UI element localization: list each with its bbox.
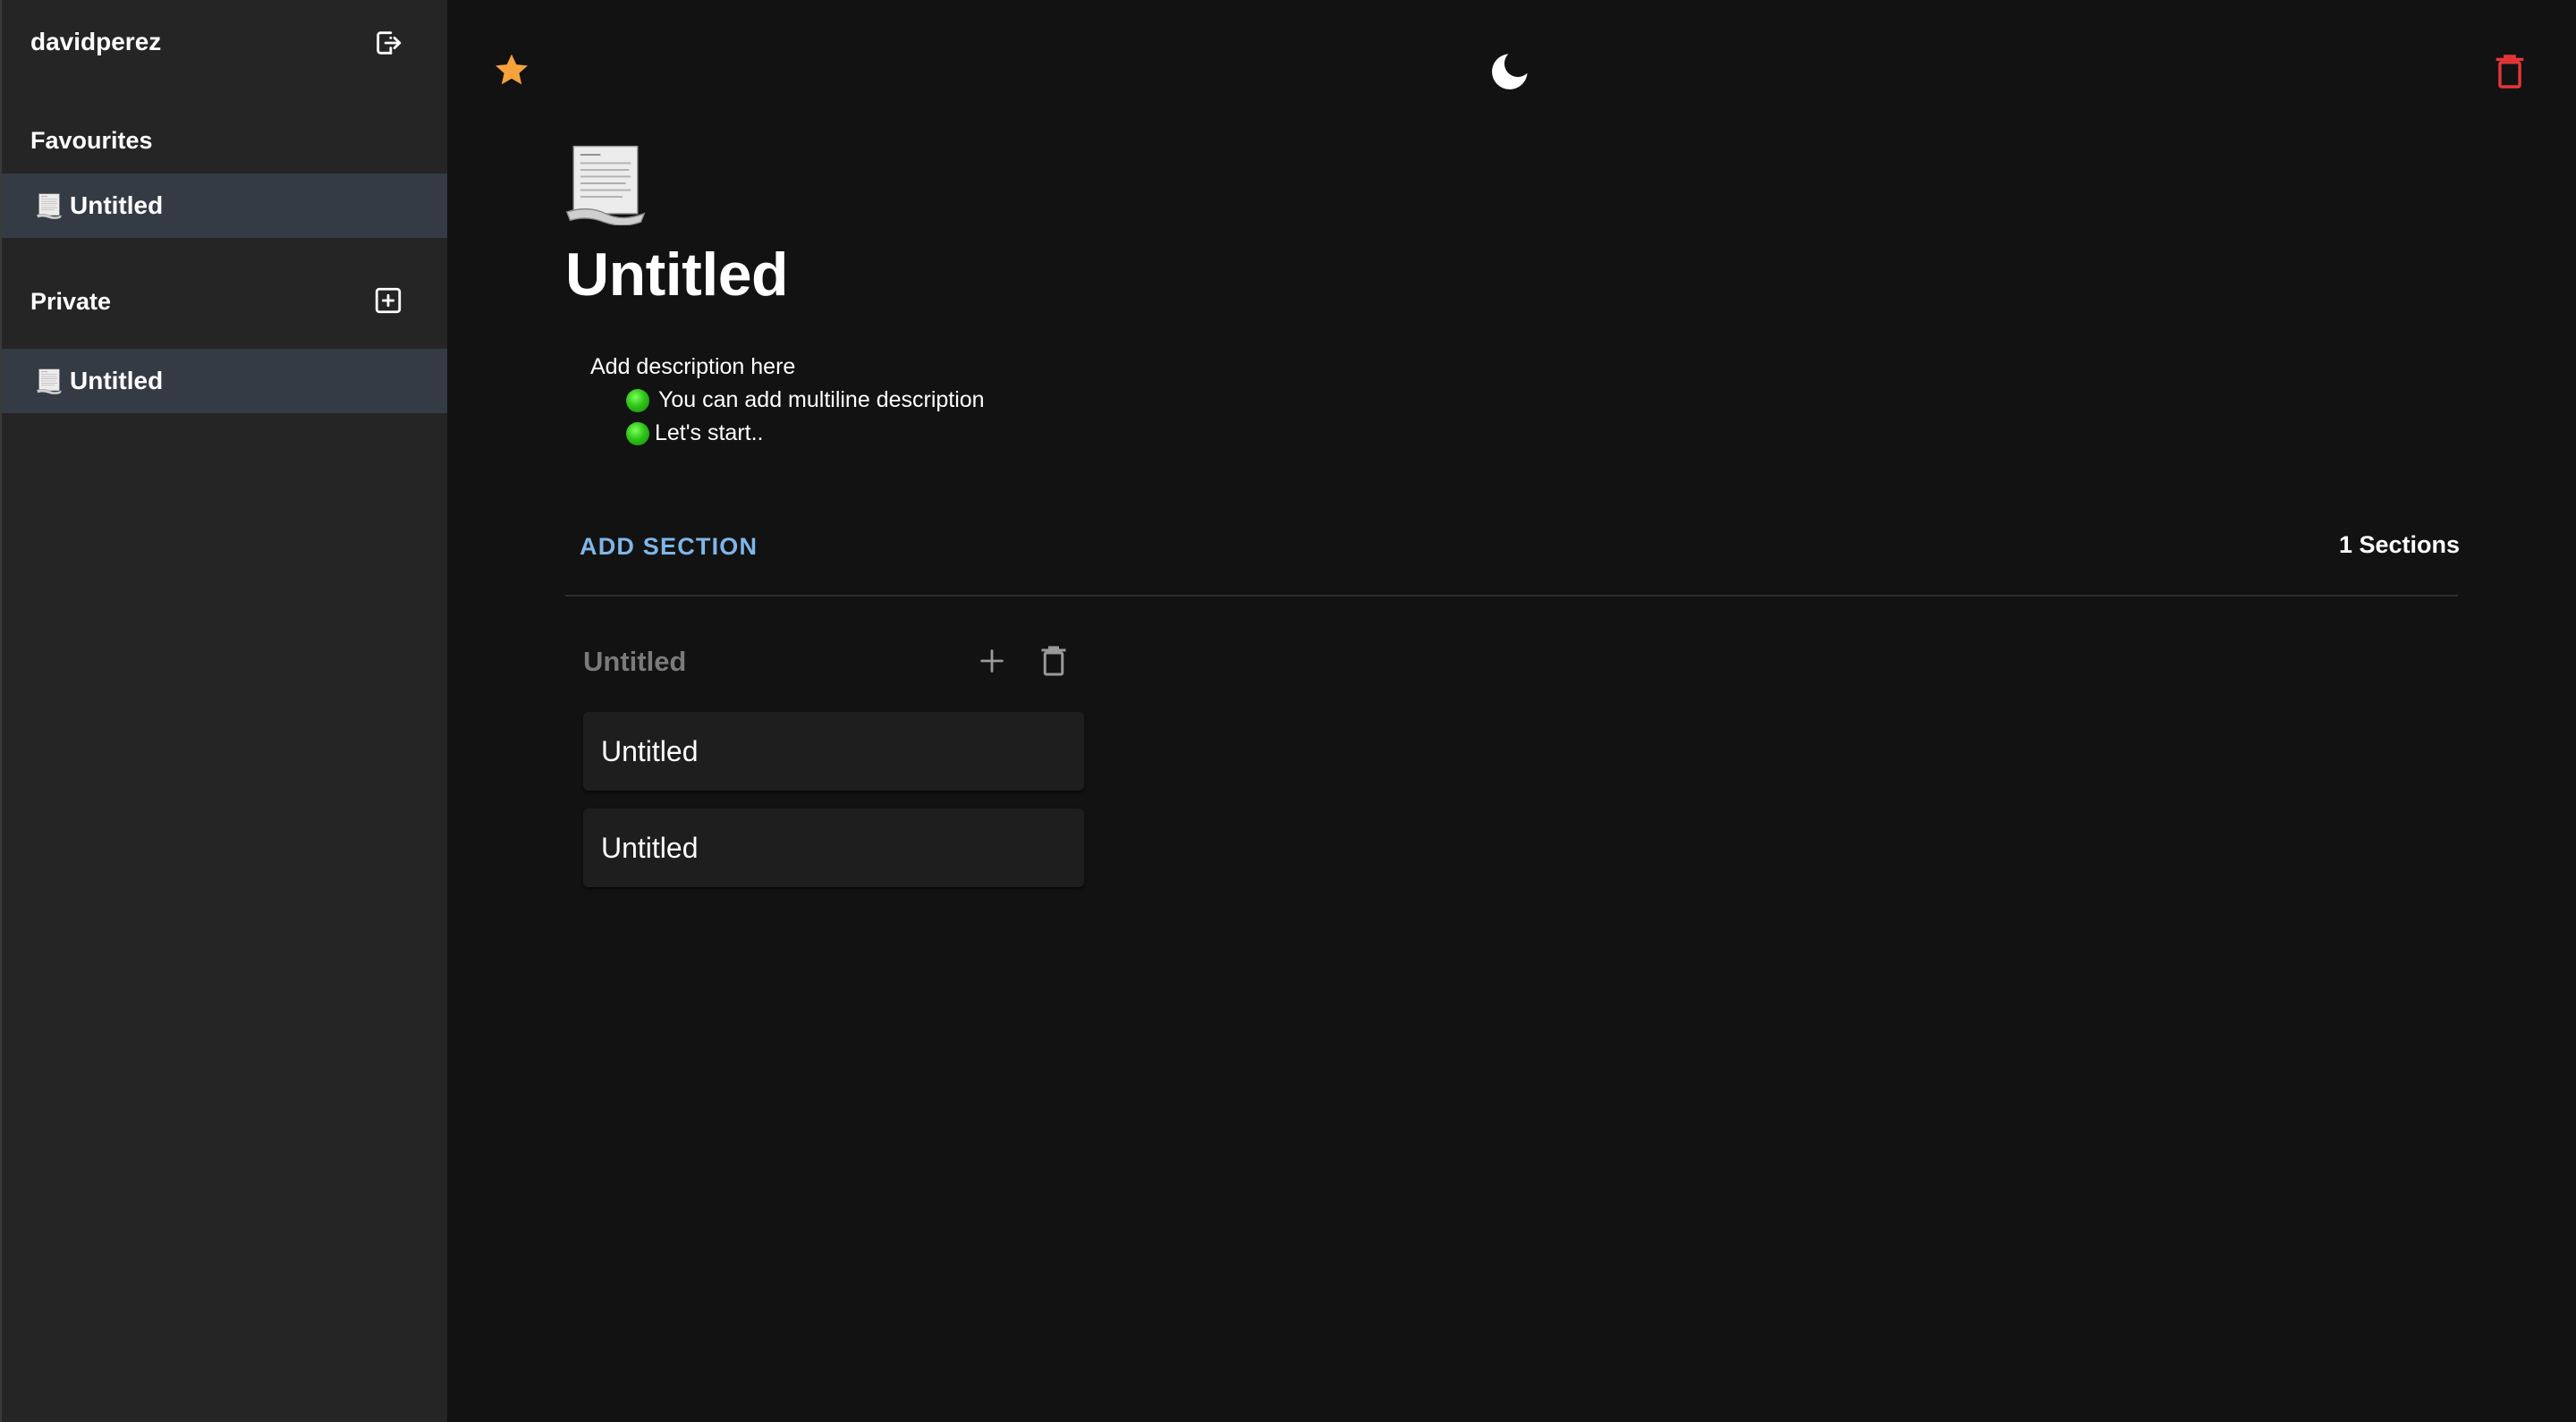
- scroll-doc-emoji-icon: [36, 368, 63, 394]
- section-count: 1 Sections: [2338, 531, 2460, 558]
- add-section-button[interactable]: ADD SECTION: [580, 529, 758, 564]
- task-card[interactable]: Untitled: [583, 712, 1084, 791]
- star-icon: [492, 50, 531, 94]
- private-heading: Private: [30, 288, 112, 315]
- task-card[interactable]: Untitled: [583, 808, 1084, 887]
- page-description[interactable]: Add description here You can add multili…: [590, 351, 985, 450]
- logout-icon: [373, 28, 403, 63]
- sidebar: davidperez Favourites Untitled Private U…: [0, 0, 449, 1422]
- divider: [565, 595, 2458, 597]
- trash-icon: [1040, 644, 1067, 682]
- delete-section-button[interactable]: [1036, 644, 1072, 681]
- sidebar-item-label: Untitled: [70, 367, 164, 394]
- theme-toggle-button[interactable]: [1487, 50, 1533, 97]
- page-icon-scroll-doc-icon[interactable]: [564, 141, 648, 225]
- app-root: davidperez Favourites Untitled Private U…: [0, 0, 2576, 1422]
- description-bullet-text: You can add multiline description: [658, 387, 985, 412]
- sidebar-item-private-untitled[interactable]: Untitled: [2, 349, 449, 413]
- description-bullet-line: You can add multiline description: [590, 384, 985, 417]
- description-bullet-text: Let's start..: [655, 420, 764, 445]
- add-box-icon: [373, 285, 403, 320]
- page-title[interactable]: Untitled: [565, 240, 789, 309]
- description-bullet-line: Let's start..: [590, 417, 985, 450]
- green-circle-icon: [626, 421, 649, 445]
- delete-page-button[interactable]: [2490, 52, 2529, 95]
- username: davidperez: [30, 28, 162, 55]
- favourites-heading: Favourites: [30, 127, 153, 154]
- favourite-button[interactable]: [490, 50, 533, 93]
- trash-icon: [2495, 53, 2525, 95]
- sidebar-item-label: Untitled: [70, 191, 164, 219]
- sidebar-item-favourite-untitled[interactable]: Untitled: [2, 174, 449, 238]
- logout-button[interactable]: [367, 25, 410, 64]
- add-page-button[interactable]: [367, 281, 410, 324]
- add-card-button[interactable]: [973, 644, 1011, 681]
- plus-icon: [977, 646, 1007, 681]
- description-line: Add description here: [590, 354, 796, 379]
- green-circle-icon: [626, 388, 649, 412]
- scroll-doc-emoji-icon: [36, 192, 63, 219]
- moon-icon: [1487, 49, 1532, 98]
- sidebar-header: davidperez: [2, 0, 449, 89]
- section-title-input[interactable]: [583, 646, 941, 678]
- main-content: Untitled Add description here You can ad…: [447, 0, 2576, 1422]
